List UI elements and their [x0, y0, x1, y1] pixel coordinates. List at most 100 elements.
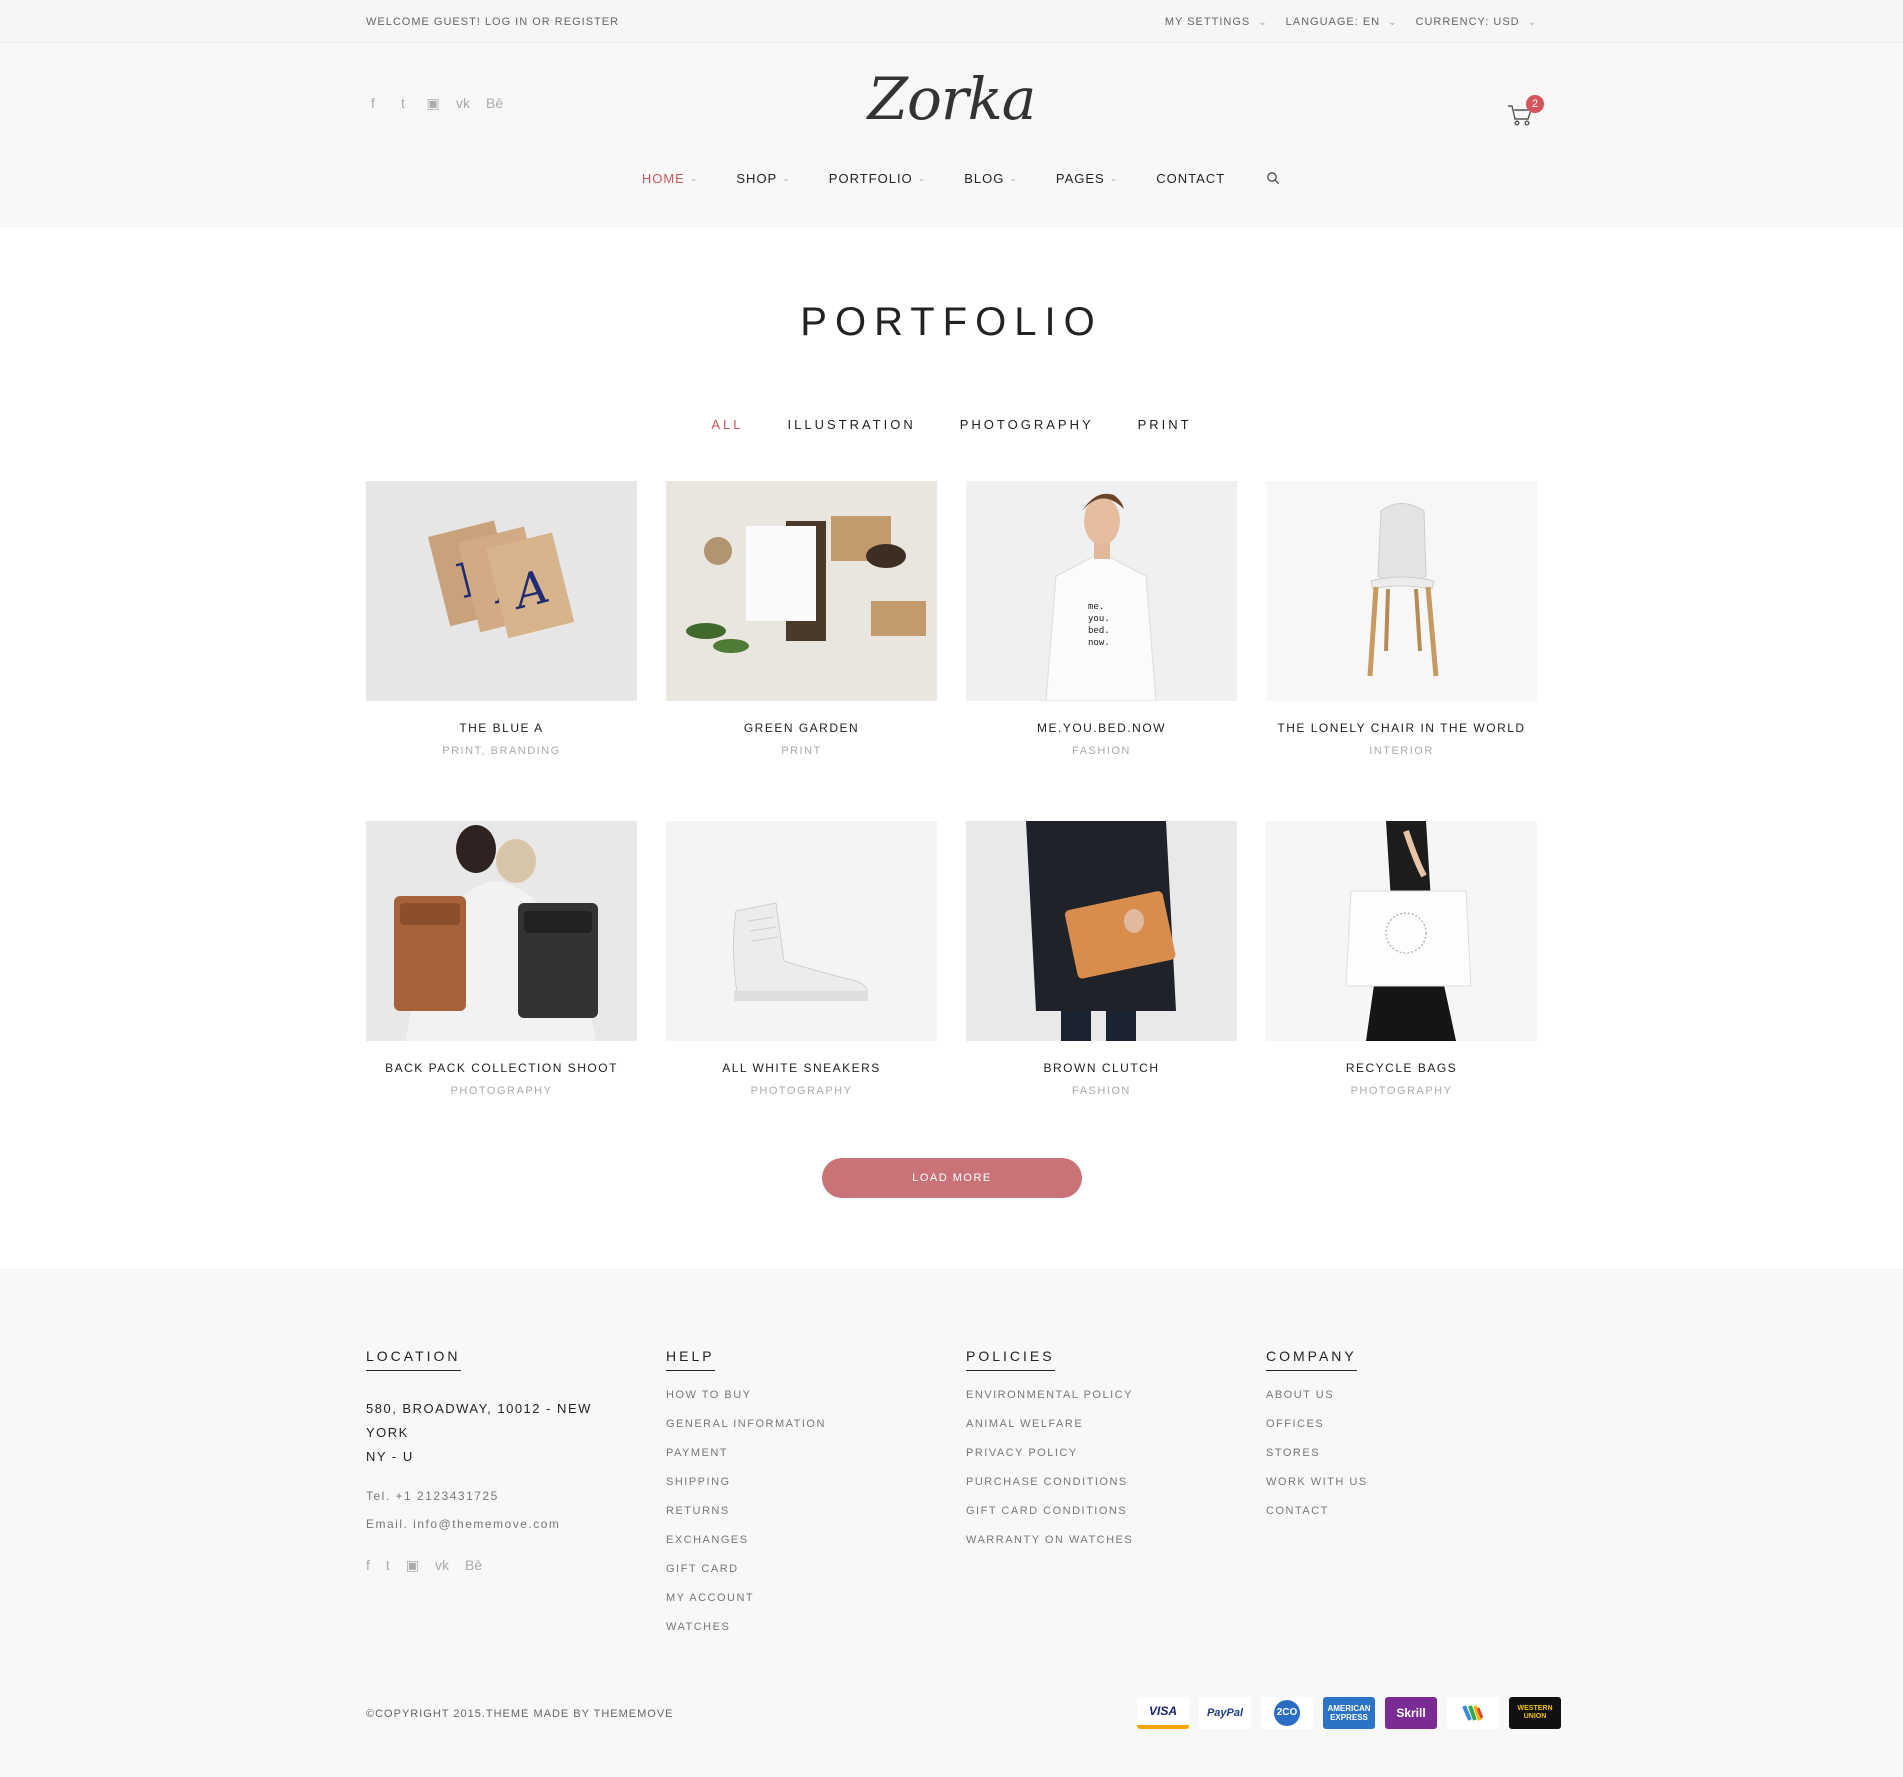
filter-photography[interactable]: PHOTOGRAPHY [960, 417, 1094, 432]
site-footer: LOCATION 580, BROADWAY, 10012 - NEW YORK… [0, 1268, 1903, 1777]
footer-link[interactable]: GIFT CARD CONDITIONS [966, 1505, 1237, 1534]
footer-help: HELP HOW TO BUY GENERAL INFORMATION PAYM… [666, 1348, 937, 1650]
portfolio-item-title[interactable]: THE BLUE A [366, 721, 637, 735]
load-more-button[interactable]: LOAD MORE [822, 1158, 1082, 1198]
footer-link[interactable]: ABOUT US [1266, 1389, 1537, 1418]
footer-link[interactable]: EXCHANGES [666, 1534, 937, 1563]
footer-heading: HELP [666, 1348, 715, 1371]
payment-methods: VISA PayPal 2CO AMERICAN EXPRESS Skrill … [1137, 1697, 1561, 1729]
visa-icon: VISA [1137, 1697, 1189, 1729]
portfolio-item[interactable]: BROWN CLUTCH FASHION [966, 821, 1237, 1161]
footer-link[interactable]: WORK WITH US [1266, 1476, 1537, 1505]
footer-link[interactable]: CONTACT [1266, 1505, 1537, 1534]
portfolio-item-title[interactable]: BROWN CLUTCH [966, 1061, 1237, 1075]
chevron-down-icon: ⌄ [1388, 16, 1398, 28]
footer-link[interactable]: ANIMAL WELFARE [966, 1418, 1237, 1447]
top-bar: WELCOME GUEST! LOG IN OR REGISTER MY SET… [0, 0, 1903, 43]
svg-text:me.: me. [1088, 602, 1104, 612]
portfolio-item[interactable]: THE LONELY CHAIR IN THE WORLD INTERIOR [1266, 481, 1537, 821]
footer-link[interactable]: GENERAL INFORMATION [666, 1418, 937, 1447]
portfolio-item-title[interactable]: BACK PACK COLLECTION SHOOT [366, 1061, 637, 1075]
footer-link[interactable]: WATCHES [666, 1621, 937, 1650]
chevron-down-icon: ⌄ [917, 173, 927, 183]
portfolio-item-title[interactable]: ALL WHITE SNEAKERS [666, 1061, 937, 1075]
footer-link[interactable]: PURCHASE CONDITIONS [966, 1476, 1237, 1505]
footer-link[interactable]: STORES [1266, 1447, 1537, 1476]
portfolio-item[interactable]: me. you. bed. now. ME.YOU.BED.NOW FASHIO… [966, 481, 1237, 821]
footer-link[interactable]: HOW TO BUY [666, 1389, 937, 1418]
my-settings-dropdown[interactable]: MY SETTINGS ⌄ [1165, 16, 1268, 28]
portfolio-thumbnail[interactable] [366, 821, 637, 1041]
footer-heading: POLICIES [966, 1348, 1055, 1371]
footer-link[interactable]: PAYMENT [666, 1447, 937, 1476]
chevron-down-icon: ⌄ [1109, 173, 1119, 183]
portfolio-item-title[interactable]: THE LONELY CHAIR IN THE WORLD [1266, 721, 1537, 735]
portfolio-item-category: PRINT [781, 745, 822, 757]
portfolio-grid: M A A THE BLUE A PRINT, BRANDING [366, 481, 1537, 1161]
filter-all[interactable]: ALL [711, 417, 743, 432]
google-wallet-icon [1447, 1697, 1499, 1729]
nav-portfolio[interactable]: PORTFOLIO ⌄ [829, 171, 926, 186]
portfolio-item-title[interactable]: ME.YOU.BED.NOW [966, 721, 1237, 735]
portfolio-item-category: PHOTOGRAPHY [450, 1085, 553, 1097]
portfolio-item-title[interactable]: RECYCLE BAGS [1266, 1061, 1537, 1075]
filter-print[interactable]: PRINT [1138, 417, 1192, 432]
chevron-down-icon: ⌄ [782, 173, 791, 183]
footer-link[interactable]: PRIVACY POLICY [966, 1447, 1237, 1476]
settings-bar: MY SETTINGS ⌄ LANGUAGE: EN ⌄ CURRENCY: USD… [1165, 16, 1537, 28]
nav-home[interactable]: HOME ⌄ [642, 171, 699, 186]
portfolio-item-category: PHOTOGRAPHY [750, 1085, 853, 1097]
currency-dropdown[interactable]: CURRENCY: USD ⌄ [1416, 16, 1537, 28]
chevron-down-icon: ⌄ [1009, 173, 1018, 183]
behance-icon[interactable]: Bē [465, 1557, 482, 1574]
nav-blog[interactable]: BLOG ⌄ [964, 171, 1018, 186]
portfolio-thumbnail[interactable] [666, 481, 937, 701]
instagram-icon[interactable]: ▣ [406, 1557, 419, 1574]
footer-address: 580, BROADWAY, 10012 - NEW YORK NY - U [366, 1401, 592, 1464]
portfolio-item[interactable]: BACK PACK COLLECTION SHOOT PHOTOGRAPHY [366, 821, 637, 1161]
portfolio-thumbnail[interactable]: M A A [366, 481, 637, 701]
portfolio-thumbnail[interactable] [966, 821, 1237, 1041]
chevron-down-icon: ⌄ [689, 173, 699, 183]
search-icon[interactable] [1266, 171, 1280, 185]
footer-link[interactable]: RETURNS [666, 1505, 937, 1534]
footer-email[interactable]: Email. info@thememove.com [366, 1517, 637, 1539]
portfolio-thumbnail[interactable] [1266, 821, 1537, 1041]
portfolio-item[interactable]: RECYCLE BAGS PHOTOGRAPHY [1266, 821, 1537, 1161]
nav-pages[interactable]: PAGES ⌄ [1056, 171, 1118, 186]
nav-contact[interactable]: CONTACT [1156, 171, 1225, 186]
footer-link[interactable]: ENVIRONMENTAL POLICY [966, 1389, 1237, 1418]
portfolio-filters: ALL ILLUSTRATION PHOTOGRAPHY PRINT [0, 417, 1903, 432]
svg-text:bed.: bed. [1088, 626, 1110, 636]
footer-link[interactable]: GIFT CARD [666, 1563, 937, 1592]
portfolio-thumbnail[interactable] [1266, 481, 1537, 701]
facebook-icon[interactable]: f [366, 1557, 370, 1574]
portfolio-thumbnail[interactable]: me. you. bed. now. [966, 481, 1237, 701]
portfolio-item[interactable]: M A A THE BLUE A PRINT, BRANDING [366, 481, 637, 821]
portfolio-item-title[interactable]: GREEN GARDEN [666, 721, 937, 735]
nav-shop[interactable]: SHOP ⌄ [736, 171, 790, 186]
cart-button[interactable]: 2 [1506, 95, 1544, 131]
twitter-icon[interactable]: t [386, 1557, 390, 1574]
footer-tel[interactable]: Tel. +1 2123431725 [366, 1489, 637, 1511]
filter-illustration[interactable]: ILLUSTRATION [788, 417, 916, 432]
portfolio-item-category: INTERIOR [1369, 745, 1434, 757]
portfolio-item-category: PRINT, BRANDING [442, 745, 561, 757]
portfolio-item[interactable]: ALL WHITE SNEAKERS PHOTOGRAPHY [666, 821, 937, 1161]
footer-company: COMPANY ABOUT US OFFICES STORES WORK WIT… [1266, 1348, 1537, 1534]
vk-icon[interactable]: vk [435, 1557, 449, 1574]
main-nav: HOME ⌄ SHOP ⌄ PORTFOLIO ⌄ BLOG ⌄ PAGES ⌄ CONT… [0, 171, 1903, 186]
language-dropdown[interactable]: LANGUAGE: EN ⌄ [1286, 16, 1398, 28]
portfolio-thumbnail[interactable] [666, 821, 937, 1041]
portfolio-item[interactable]: GREEN GARDEN PRINT [666, 481, 937, 821]
footer-link[interactable]: SHIPPING [666, 1476, 937, 1505]
copyright: ©COPYRIGHT 2015.THEME MADE BY THEMEMOVE [366, 1708, 674, 1720]
footer-link[interactable]: OFFICES [1266, 1418, 1537, 1447]
footer-link[interactable]: MY ACCOUNT [666, 1592, 937, 1621]
logo[interactable]: Zorka [0, 65, 1903, 133]
cart-count-badge: 2 [1526, 95, 1544, 113]
welcome-text[interactable]: WELCOME GUEST! LOG IN OR REGISTER [366, 16, 619, 28]
svg-text:you.: you. [1088, 614, 1110, 624]
site-header: f t ▣ vk Bē Zorka 2 HOME ⌄ SHOP ⌄ PORTFOLI… [0, 43, 1903, 228]
footer-link[interactable]: WARRANTY ON WATCHES [966, 1534, 1237, 1563]
